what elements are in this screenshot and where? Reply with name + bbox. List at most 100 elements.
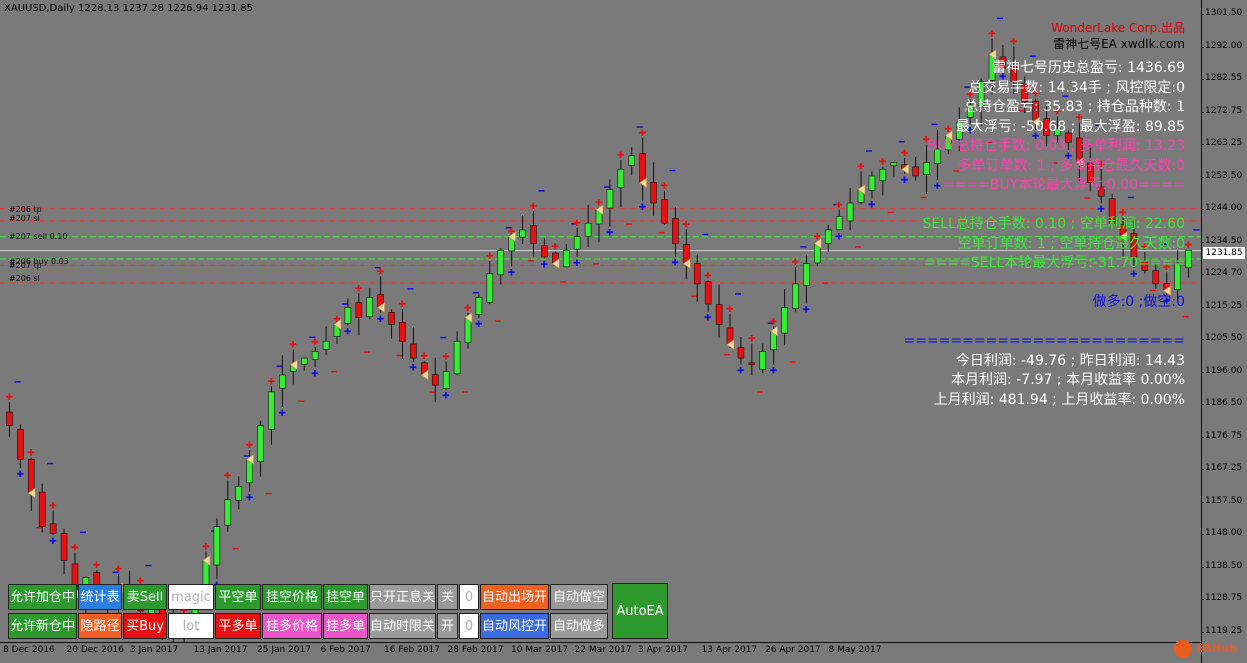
candle-body — [399, 322, 406, 342]
level-label: #207 sl — [9, 214, 40, 223]
chart-window[interactable]: ✚ ✚ ✚ ✚ ✚ ✚ ✚ ✚ ✚ ✚ ✚ ✚ ✚ ✚ ✚ ✚ ✚ ✚ ✚ ✚ ✚ ✚ ✚ ✚ ✚ ✚ ✚ ✚ ✚ ✚ ✚ ✚ ✚ ✚ ✚ ✚ ✚ ✚ ✚ ✚… — [0, 0, 1247, 663]
sell-marker: ✚ — [682, 220, 690, 230]
sell-marker: ✚ — [835, 201, 843, 211]
auto-short-button[interactable]: 自动做空 — [550, 584, 608, 610]
price-tick: 1215.25 — [1205, 300, 1243, 311]
auto-long-button[interactable]: 自动做多 — [550, 613, 608, 639]
buy-marker: ✚ — [475, 320, 483, 330]
stats-button[interactable]: 统计表 — [78, 584, 122, 610]
auto-ea-button[interactable]: AutoEA — [612, 583, 668, 639]
candle-body — [224, 499, 232, 526]
info-line: 总交易手数: 14.34手 ; 风控限定:0 — [968, 79, 1186, 96]
candle-body — [497, 249, 505, 276]
toggle-on-button[interactable]: 开 — [437, 613, 458, 639]
sell-marker: ✚ — [49, 502, 57, 512]
price-tick-mark — [1201, 599, 1204, 600]
candle-body — [475, 297, 483, 315]
candle-body — [6, 411, 13, 426]
auto-entry-button[interactable]: 自动出场开 — [480, 584, 549, 610]
candle-body — [584, 222, 592, 237]
candle-body — [60, 533, 68, 561]
candle-body — [17, 429, 24, 460]
close-short-button[interactable]: 平空单 — [215, 584, 261, 610]
toggle-on-val-button[interactable]: 0 — [459, 613, 479, 639]
buy-marker: ✚ — [639, 203, 647, 213]
buy-marker: ✚ — [49, 537, 57, 547]
candle-body — [781, 307, 788, 334]
time-tick: 8 May 2017 — [828, 645, 882, 655]
symbol-name: XAUUSD,Daily — [4, 3, 75, 14]
pending-buy-button[interactable]: 挂多单 — [323, 613, 368, 639]
allow-add-button[interactable]: 允许加仓中 — [8, 584, 77, 610]
price-tick-mark — [1201, 79, 1204, 80]
brand-line-2: 雷神七号EA xwdlk.com — [1053, 37, 1185, 51]
buy-marker: ✚ — [540, 260, 548, 270]
sell-button[interactable]: 卖Sell — [123, 584, 167, 610]
price-tick-mark — [1201, 209, 1204, 210]
candle-body — [835, 216, 843, 231]
buy-marker: ✚ — [508, 268, 516, 278]
price-tick: 1119.25 — [1205, 625, 1243, 636]
time-tick: 6 Feb 2017 — [320, 645, 371, 655]
close-long-button[interactable]: 平多单 — [215, 613, 261, 639]
buy-marker: ✚ — [606, 228, 614, 238]
candle-body — [803, 263, 810, 286]
toggle-off-button[interactable]: 关 — [437, 584, 458, 610]
candle-body — [366, 297, 374, 318]
buy-button[interactable]: 买Buy — [123, 613, 167, 639]
eahub-text: EAHub — [1196, 642, 1237, 655]
time-tick: 13 Jan 2017 — [193, 645, 248, 655]
candle-body — [268, 391, 275, 430]
candle-body — [792, 283, 799, 309]
info-line: 本月利润: -7.97 ; 本月收益率 0.00% — [951, 372, 1185, 388]
sell-marker: ✚ — [879, 158, 887, 168]
info-line: ======================== — [903, 333, 1185, 349]
info-line: 总持仓盈亏: 35.83 ; 持仓品种数: 1 — [964, 99, 1185, 115]
candle-body — [1185, 249, 1192, 269]
candle-body — [672, 218, 679, 244]
candle-body — [442, 371, 450, 389]
price-tick: 1196.00 — [1205, 365, 1243, 376]
pending-buy-price-button[interactable]: 挂多价格 — [262, 613, 322, 639]
price-tick-mark — [1201, 274, 1204, 275]
info-line: 最大浮亏: -50.68 ; 最大浮盈: 89.85 — [955, 118, 1185, 135]
price-tick-mark — [1201, 501, 1204, 503]
price-tick-mark — [1201, 436, 1204, 438]
sell-marker: ✚ — [1185, 241, 1193, 251]
hide-path-button[interactable]: 隐路径 — [78, 613, 122, 639]
time-tick: 3 Jan 2017 — [130, 645, 179, 655]
sell-marker: ✚ — [93, 561, 101, 571]
candle-body — [257, 425, 264, 462]
time-tick: 3 Apr 2017 — [638, 645, 688, 655]
buy-marker: ✚ — [933, 182, 941, 192]
toggle-off-val-button[interactable]: 0 — [459, 584, 479, 610]
candle-body — [650, 181, 657, 204]
sell-marker: ✚ — [355, 284, 363, 294]
pending-sell-button[interactable]: 挂空单 — [323, 584, 368, 610]
time-tick: 22 Mar 2017 — [574, 645, 632, 655]
allow-new-button[interactable]: 允许新仓中 — [8, 613, 77, 639]
auto-time-limit-button[interactable]: 自动时限关 — [369, 613, 436, 639]
profit-only-close-button[interactable]: 只开正息关 — [369, 584, 436, 610]
auto-risk-button[interactable]: 自动风控开 — [480, 613, 549, 639]
level-label: #206 tp — [9, 205, 42, 214]
price-tick-mark — [1201, 469, 1204, 470]
price-tick: 1167.25 — [1205, 463, 1243, 473]
lot-button[interactable]: lot — [168, 613, 214, 639]
info-line: ====SELL本轮最大浮亏:-31.70==== — [923, 255, 1185, 271]
pending-sell-price-button[interactable]: 挂空价格 — [262, 584, 322, 610]
info-line: 雷神七号历史总盈亏: 1436.69 — [991, 60, 1185, 76]
sell-marker: ✚ — [661, 182, 669, 192]
sell-marker: ✚ — [71, 544, 79, 554]
price-tick: 1263.25 — [1205, 138, 1243, 148]
sell-marker: ✚ — [464, 304, 472, 314]
info-line: 空单订单数: 1 ; 空单持仓最久天数:0 — [957, 235, 1185, 252]
price-tick-mark — [1201, 566, 1204, 568]
candle-body — [235, 485, 243, 501]
buy-marker: ✚ — [16, 470, 24, 480]
info-line: 上月利润: 481.94 ; 上月收益率: 0.00% — [933, 391, 1185, 408]
candle-body — [311, 351, 319, 360]
info-line: BUY总持仓手数: 0.03 ; 多单利润: 13.23 — [927, 138, 1185, 154]
magic-button[interactable]: magic — [168, 584, 214, 610]
price-tick: 1253.50 — [1205, 170, 1243, 181]
